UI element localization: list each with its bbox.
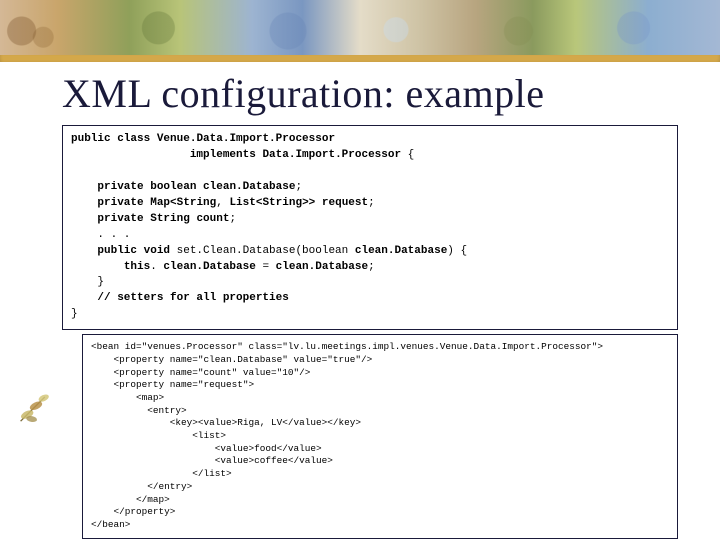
slide-body: XML configuration: example public class … [0, 62, 720, 539]
leaf-decoration-icon [14, 386, 58, 430]
java-code-block: public class Venue.Data.Import.Processor… [62, 125, 678, 330]
decorative-banner [0, 0, 720, 62]
slide-title: XML configuration: example [62, 70, 678, 117]
xml-code-block: <bean id="venues.Processor" class="lv.lu… [82, 334, 678, 538]
